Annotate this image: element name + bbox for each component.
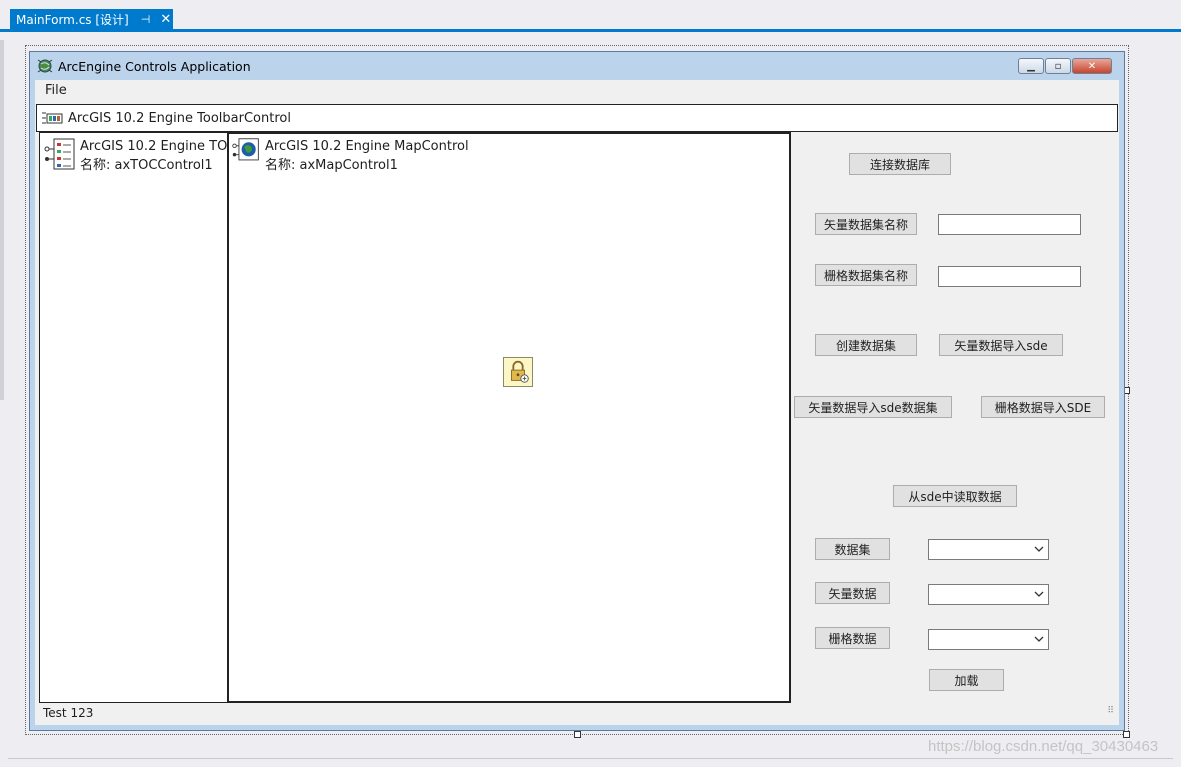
form-title: ArcEngine Controls Application xyxy=(58,58,251,74)
toolbar-control-icon xyxy=(42,112,63,124)
vector-import-sde-button[interactable]: 矢量数据导入sde xyxy=(939,334,1063,356)
toolbar-control-label: ArcGIS 10.2 Engine ToolbarControl xyxy=(68,110,291,126)
window-buttons: ▁ ▫ ✕ xyxy=(1017,58,1112,74)
read-from-sde-button[interactable]: 从sde中读取数据 xyxy=(893,485,1017,507)
designed-form-window: ArcEngine Controls Application ▁ ▫ ✕ Fil… xyxy=(29,51,1125,731)
raster-data-combobox[interactable] xyxy=(928,629,1049,650)
maximize-button[interactable]: ▫ xyxy=(1045,58,1071,74)
raster-import-sde-button[interactable]: 栅格数据导入SDE xyxy=(981,396,1105,418)
globe-app-icon xyxy=(37,59,53,73)
resize-handle-corner[interactable] xyxy=(1123,731,1130,738)
toc-control-icon xyxy=(44,138,75,170)
toc-control-name: 名称: axTOCControl1 xyxy=(80,158,213,173)
form-client-area: File ArcGIS 10.2 Engine ToolbarControl A… xyxy=(35,80,1119,725)
menu-bar: File xyxy=(35,80,1119,102)
map-control-name: 名称: axMapControl1 xyxy=(265,158,398,173)
map-control-title: ArcGIS 10.2 Engine MapControl xyxy=(265,139,469,154)
toc-control[interactable]: ArcGIS 10.2 Engine TOCControl 名称: axTOCC… xyxy=(39,132,227,703)
dataset-combobox[interactable] xyxy=(928,539,1049,560)
vector-dataset-name-input[interactable] xyxy=(938,214,1081,235)
menu-file[interactable]: File xyxy=(45,83,67,98)
raster-data-label-button[interactable]: 栅格数据 xyxy=(815,627,890,649)
chevron-down-icon xyxy=(1034,636,1044,642)
raster-dataset-name-input[interactable] xyxy=(938,266,1081,287)
raster-dataset-name-button[interactable]: 栅格数据集名称 xyxy=(815,264,917,286)
load-button[interactable]: 加载 xyxy=(929,669,1004,691)
minimize-button[interactable]: ▁ xyxy=(1018,58,1044,74)
resize-grip-icon[interactable]: ⠿ xyxy=(1107,701,1114,721)
toolbar-control[interactable]: ArcGIS 10.2 Engine ToolbarControl xyxy=(36,104,1118,132)
toc-control-title: ArcGIS 10.2 Engine TOCControl xyxy=(80,139,227,154)
lock-icon xyxy=(503,357,533,387)
map-control-icon xyxy=(232,138,259,161)
tab-label: MainForm.cs [设计] xyxy=(16,13,129,27)
tab-strip-underline xyxy=(0,29,1181,32)
chevron-down-icon xyxy=(1034,591,1044,597)
pin-icon[interactable]: ⊣ xyxy=(141,13,151,26)
dataset-label-button[interactable]: 数据集 xyxy=(815,538,890,560)
connect-database-button[interactable]: 连接数据库 xyxy=(849,153,951,175)
chevron-down-icon xyxy=(1034,546,1044,552)
form-title-bar: ArcEngine Controls Application ▁ ▫ ✕ xyxy=(30,52,1124,80)
vector-import-sde-dataset-button[interactable]: 矢量数据导入sde数据集 xyxy=(794,396,952,418)
status-bar: Test 123 ⠿ xyxy=(39,703,1117,723)
status-text: Test 123 xyxy=(43,706,94,720)
document-tab-strip: MainForm.cs [设计] ⊣ ✕ xyxy=(0,0,1181,32)
left-gutter xyxy=(0,40,4,400)
map-control-header: ArcGIS 10.2 Engine MapControl 名称: axMapC… xyxy=(231,137,469,175)
vector-dataset-name-button[interactable]: 矢量数据集名称 xyxy=(815,213,917,235)
toc-control-header: ArcGIS 10.2 Engine TOCControl 名称: axTOCC… xyxy=(44,137,227,175)
vector-data-label-button[interactable]: 矢量数据 xyxy=(815,582,890,604)
close-button[interactable]: ✕ xyxy=(1072,58,1112,74)
watermark-text: https://blog.csdn.net/qq_30430463 xyxy=(928,738,1159,755)
resize-handle-bottom[interactable] xyxy=(574,731,581,738)
close-tab-icon[interactable]: ✕ xyxy=(160,12,171,27)
create-dataset-button[interactable]: 创建数据集 xyxy=(815,334,917,356)
document-tab-mainform[interactable]: MainForm.cs [设计] ⊣ ✕ xyxy=(10,9,173,30)
designer-divider xyxy=(8,758,1173,759)
vector-data-combobox[interactable] xyxy=(928,584,1049,605)
map-control[interactable]: ArcGIS 10.2 Engine MapControl 名称: axMapC… xyxy=(227,132,791,703)
